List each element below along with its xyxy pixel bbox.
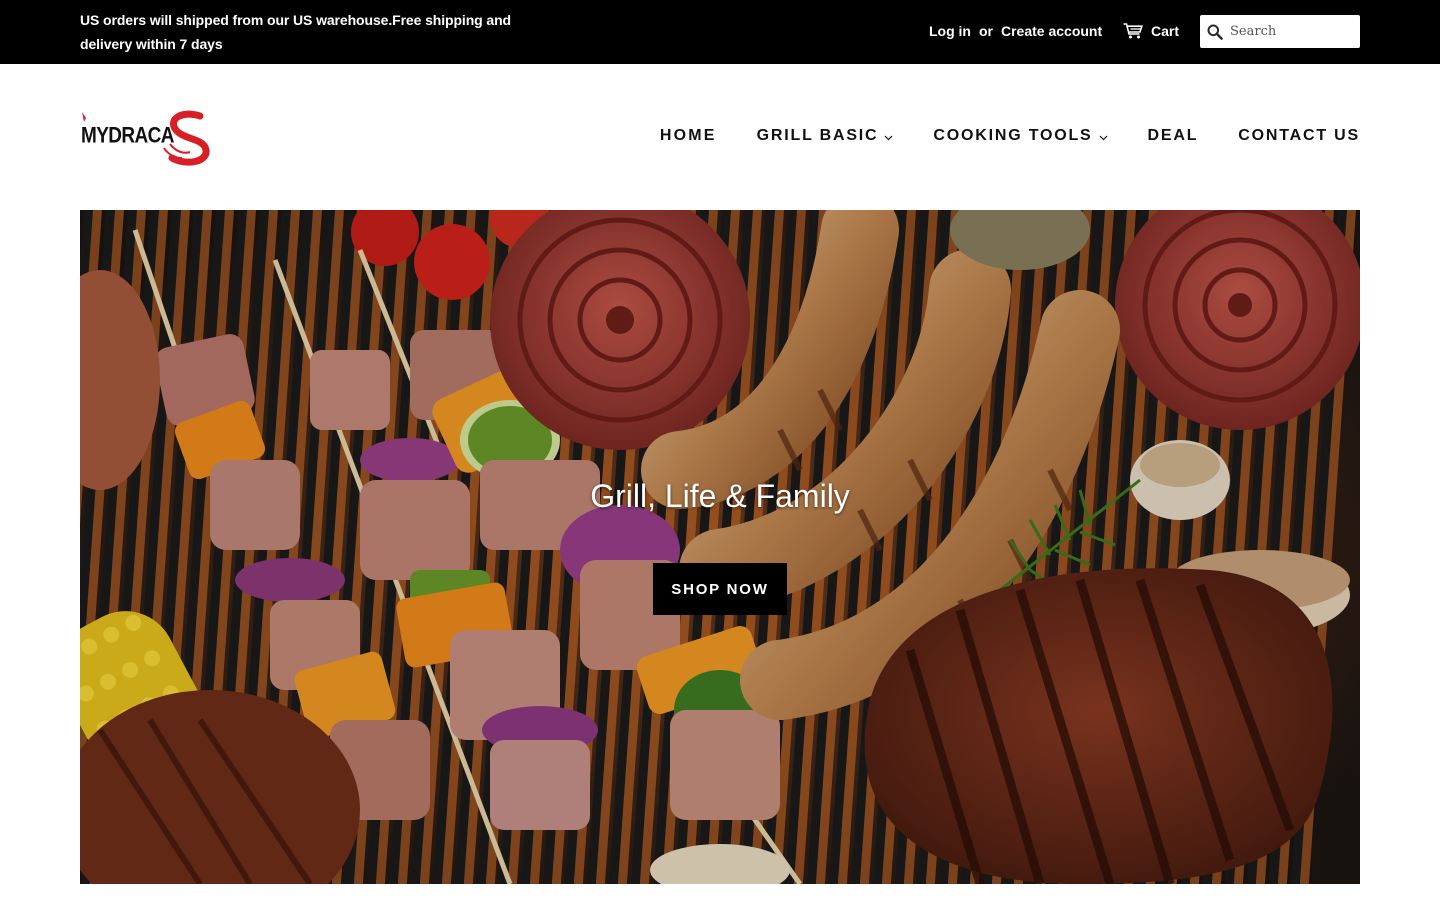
search-icon[interactable] bbox=[1200, 15, 1230, 48]
search-input[interactable] bbox=[1230, 16, 1354, 47]
create-account-link[interactable]: Create account bbox=[1001, 23, 1102, 39]
nav-cooking-tools-label: COOKING TOOLS bbox=[933, 127, 1093, 144]
main-nav: HOME GRILL BASIC COOKING TOOLS DEAL CONT… bbox=[620, 126, 1360, 146]
svg-text:MYDRACA: MYDRACA bbox=[81, 123, 175, 148]
chevron-down-icon bbox=[1099, 128, 1108, 146]
nav-grill-basic-label: GRILL BASIC bbox=[756, 127, 879, 144]
login-link[interactable]: Log in bbox=[929, 23, 971, 39]
nav-cooking-tools[interactable]: COOKING TOOLS bbox=[933, 126, 1107, 146]
search-box[interactable] bbox=[1200, 15, 1360, 48]
nav-contact-us-label: CONTACT US bbox=[1238, 127, 1360, 144]
logo-mark: MYDRACA bbox=[81, 110, 210, 166]
hero-banner: Grill, Life & Family SHOP NOW bbox=[80, 210, 1360, 884]
grill-food-image bbox=[80, 210, 1360, 884]
cart-label: Cart bbox=[1151, 23, 1180, 39]
nav-home-label: HOME bbox=[659, 127, 717, 144]
site-logo[interactable]: MYDRACA bbox=[80, 108, 212, 166]
cart-icon bbox=[1123, 23, 1143, 39]
cart-link[interactable]: Cart bbox=[1123, 20, 1179, 42]
or-separator: or bbox=[979, 23, 993, 39]
chevron-down-icon bbox=[884, 128, 893, 146]
site-header: MYDRACA HOME GRILL BASIC COOKING TOOLS D… bbox=[0, 64, 1440, 210]
nav-deal-label: DEAL bbox=[1147, 127, 1199, 144]
nav-home[interactable]: HOME bbox=[660, 127, 717, 145]
nav-contact-us[interactable]: CONTACT US bbox=[1238, 127, 1360, 145]
announcement-text: US orders will shipped from our US wareh… bbox=[80, 12, 511, 52]
announcement-bar: US orders will shipped from our US wareh… bbox=[0, 0, 1440, 64]
shop-now-button[interactable]: SHOP NOW bbox=[653, 563, 787, 615]
nav-deal[interactable]: DEAL bbox=[1148, 127, 1199, 145]
hero-title: Grill, Life & Family bbox=[590, 478, 850, 514]
nav-grill-basic[interactable]: GRILL BASIC bbox=[757, 126, 894, 146]
account-links: Log in or Create account bbox=[929, 21, 1102, 41]
